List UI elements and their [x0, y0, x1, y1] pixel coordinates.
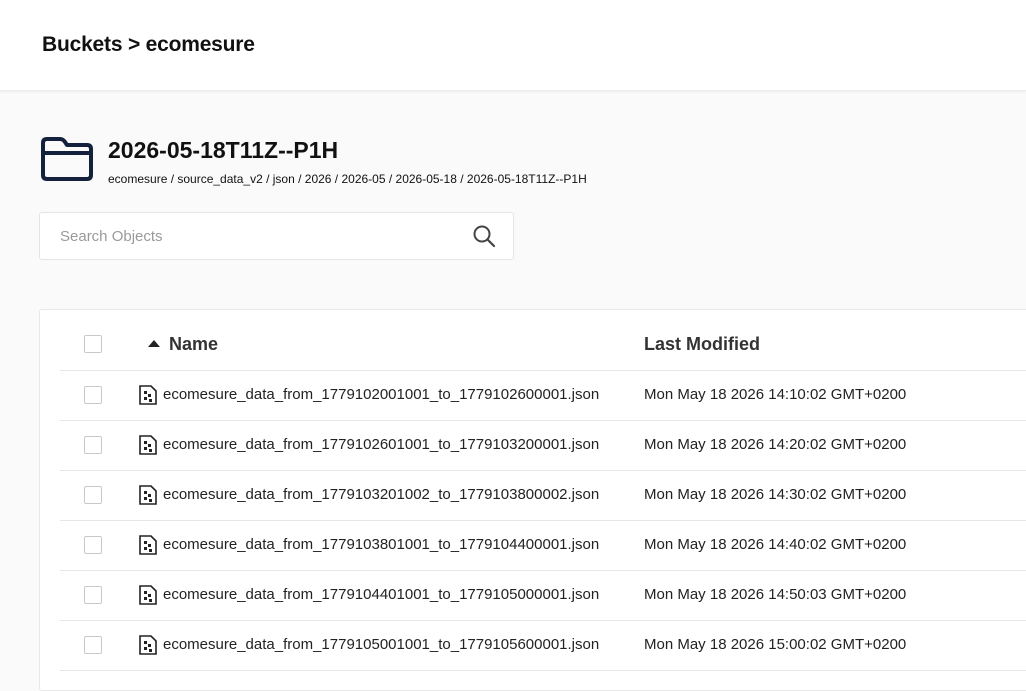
file-icon	[139, 485, 157, 505]
file-name[interactable]: ecomesure_data_from_1779102001001_to_177…	[163, 386, 599, 403]
file-last-modified: Mon May 18 2026 14:10:02 GMT+0200	[644, 386, 907, 403]
objects-table: Name Last Modified ecomesure_data_from_1…	[39, 309, 1026, 691]
file-last-modified: Mon May 18 2026 14:20:02 GMT+0200	[644, 436, 907, 453]
column-header-last-modified[interactable]: Last Modified	[644, 334, 760, 355]
table-row[interactable]: ecomesure_data_from_1779102001001_to_177…	[60, 370, 1026, 421]
file-last-modified: Mon May 18 2026 14:50:03 GMT+0200	[644, 586, 907, 603]
breadcrumb[interactable]: Buckets > ecomesure	[42, 33, 255, 57]
file-icon	[139, 535, 157, 555]
file-last-modified: Mon May 18 2026 14:40:02 GMT+0200	[644, 536, 907, 553]
file-icon	[139, 635, 157, 655]
folder-title: 2026-05-18T11Z--P1H	[108, 137, 339, 163]
top-bar: Buckets > ecomesure	[0, 0, 1026, 91]
search-box[interactable]	[39, 212, 514, 260]
folder-icon	[41, 137, 93, 181]
file-last-modified: Mon May 18 2026 15:00:02 GMT+0200	[644, 636, 907, 653]
file-last-modified: Mon May 18 2026 14:30:02 GMT+0200	[644, 486, 907, 503]
table-row[interactable]: ecomesure_data_from_1779105001001_to_177…	[60, 620, 1026, 671]
file-name[interactable]: ecomesure_data_from_1779104401001_to_177…	[163, 586, 599, 603]
table-row[interactable]: ecomesure_data_from_1779103801001_to_177…	[60, 520, 1026, 571]
file-icon	[139, 385, 157, 405]
search-icon[interactable]	[472, 224, 496, 248]
row-checkbox[interactable]	[84, 536, 102, 554]
folder-path: ecomesure / source_data_v2 / json / 2026…	[108, 172, 587, 186]
sort-ascending-icon[interactable]	[148, 340, 160, 347]
file-name[interactable]: ecomesure_data_from_1779102601001_to_177…	[163, 436, 599, 453]
row-checkbox[interactable]	[84, 636, 102, 654]
file-name[interactable]: ecomesure_data_from_1779103201002_to_177…	[163, 486, 599, 503]
table-row[interactable]: ecomesure_data_from_1779103201002_to_177…	[60, 470, 1026, 521]
table-header: Name Last Modified	[60, 310, 1026, 371]
search-input[interactable]	[60, 213, 460, 259]
file-name[interactable]: ecomesure_data_from_1779103801001_to_177…	[163, 536, 599, 553]
row-checkbox[interactable]	[84, 586, 102, 604]
table-row[interactable]: ecomesure_data_from_1779102601001_to_177…	[60, 420, 1026, 471]
table-row[interactable]: ecomesure_data_from_1779104401001_to_177…	[60, 570, 1026, 621]
column-header-name[interactable]: Name	[169, 334, 218, 355]
select-all-checkbox[interactable]	[84, 335, 102, 353]
file-icon	[139, 435, 157, 455]
file-icon	[139, 585, 157, 605]
row-checkbox[interactable]	[84, 486, 102, 504]
row-checkbox[interactable]	[84, 386, 102, 404]
file-name[interactable]: ecomesure_data_from_1779105001001_to_177…	[163, 636, 599, 653]
row-checkbox[interactable]	[84, 436, 102, 454]
